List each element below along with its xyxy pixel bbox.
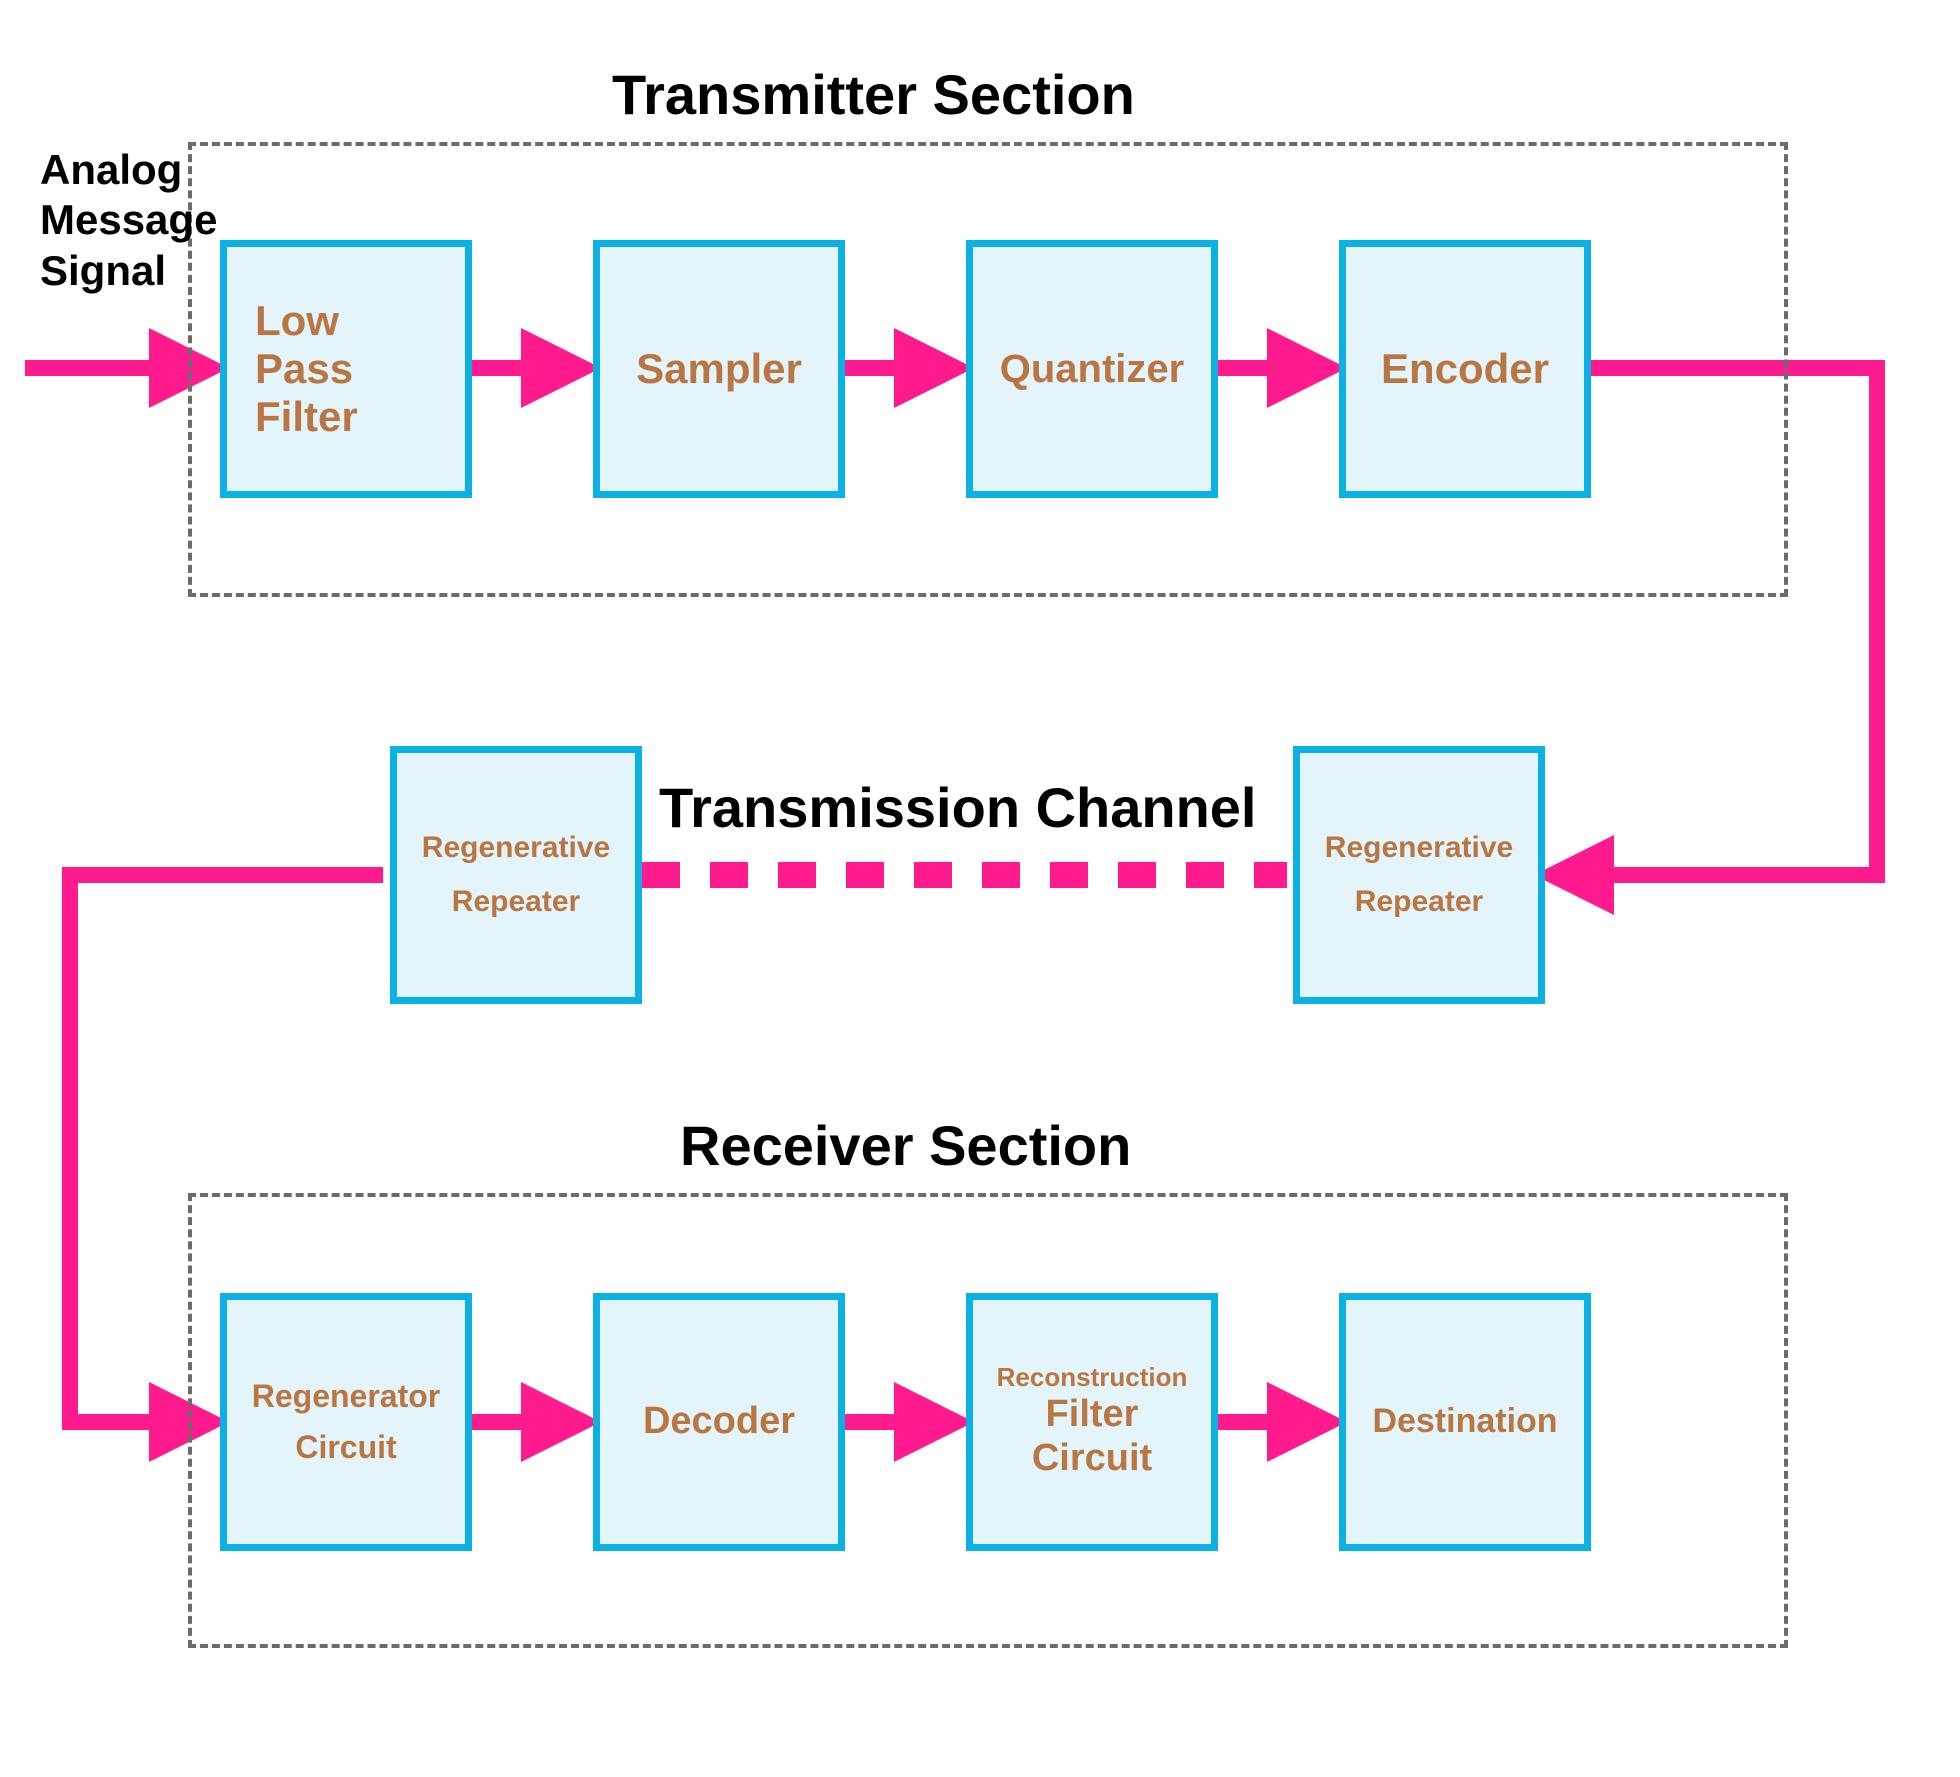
reconstruction-label-top: Reconstruction — [997, 1363, 1188, 1393]
reconstruction-filter-block: Reconstruction Filter Circuit — [966, 1293, 1218, 1551]
quantizer-block: Quantizer — [966, 240, 1218, 498]
transmission-channel-title: Transmission Channel — [659, 775, 1257, 840]
encoder-block: Encoder — [1339, 240, 1591, 498]
decoder-block: Decoder — [593, 1293, 845, 1551]
reconstruction-label-bot: Circuit — [1032, 1437, 1152, 1481]
destination-block: Destination — [1339, 1293, 1591, 1551]
regenerative-repeater-right: Regenerative Repeater — [1293, 746, 1545, 1004]
low-pass-filter-block: Low Pass Filter — [220, 240, 472, 498]
regenerator-circuit-block: Regenerator Circuit — [220, 1293, 472, 1551]
transmitter-section-title: Transmitter Section — [612, 62, 1135, 127]
receiver-section-title: Receiver Section — [680, 1113, 1131, 1178]
sampler-block: Sampler — [593, 240, 845, 498]
regenerative-repeater-left: Regenerative Repeater — [390, 746, 642, 1004]
analog-message-signal-label: Analog Message Signal — [40, 145, 217, 296]
reconstruction-label-mid: Filter — [1046, 1393, 1139, 1437]
